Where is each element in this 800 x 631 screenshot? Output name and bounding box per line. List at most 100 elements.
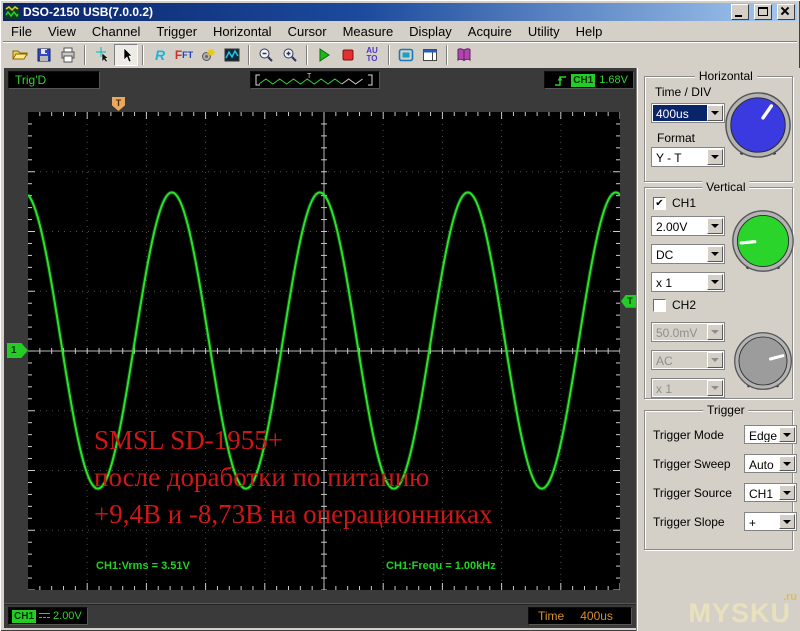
annotation-text: SMSL SD-1955+ после доработки по питанию +…	[94, 422, 492, 533]
toolbar-print-button[interactable]	[56, 44, 80, 66]
chevron-down-icon[interactable]	[707, 149, 723, 165]
combo-value: DC	[653, 246, 708, 262]
ch1-volts-select[interactable]: 2.00V	[651, 216, 725, 236]
waveform-preview-box[interactable]: T	[250, 71, 380, 89]
toolbar-run-button[interactable]	[312, 44, 336, 66]
toolbar-separator	[248, 45, 250, 65]
chevron-down-icon[interactable]	[707, 352, 723, 368]
menu-item-trigger[interactable]: Trigger	[148, 23, 205, 41]
time-scale-box: Time 400us	[528, 607, 632, 625]
trigger-channel-badge: CH1	[571, 73, 596, 87]
save-icon	[37, 48, 51, 62]
chevron-down-icon[interactable]	[707, 380, 723, 396]
annotation-line: +9,4В и -8,73В на операционниках	[94, 499, 493, 529]
combo-value: 400us	[653, 105, 708, 121]
toolbar-open-button[interactable]	[8, 44, 32, 66]
chevron-down-icon[interactable]	[707, 105, 723, 121]
trigger-position-marker[interactable]: T	[111, 97, 125, 111]
chevron-down-icon[interactable]	[707, 218, 723, 234]
menu-item-acquire[interactable]: Acquire	[460, 23, 520, 41]
combo-value: Y - T	[653, 149, 708, 165]
ch2-volts-select: 50.0mV	[651, 322, 725, 342]
toolbar-display-button[interactable]	[394, 44, 418, 66]
run-icon	[319, 48, 330, 62]
toolbar-zoom-in-button[interactable]	[278, 44, 302, 66]
toolbar-zoom-out-button[interactable]	[254, 44, 278, 66]
combo-value: x 1	[653, 380, 708, 396]
chevron-down-icon[interactable]	[779, 456, 795, 471]
toolbar-settings-button[interactable]	[196, 44, 220, 66]
scope-backdrop: T 1 T SMSL SD-1955+ после доработки по пи…	[4, 93, 636, 603]
ch2-label: CH2	[672, 298, 697, 312]
trigger-row-trigger-slope: Trigger Slope +	[653, 512, 797, 532]
combo-value: +	[746, 514, 780, 529]
ch2-coupling-select: AC	[651, 350, 725, 370]
chevron-down-icon[interactable]	[779, 514, 795, 529]
menu-item-utility[interactable]: Utility	[520, 23, 568, 41]
toolbar-waveform-button[interactable]	[220, 44, 244, 66]
menu-item-file[interactable]: File	[3, 23, 40, 41]
menu-item-measure[interactable]: Measure	[335, 23, 402, 41]
time-per-div-value: 400us	[580, 609, 613, 623]
format-select[interactable]: Y - T	[651, 147, 725, 167]
trigger-mode-select[interactable]: Edge	[744, 425, 797, 444]
toolbar-separator	[388, 45, 390, 65]
ch1-position-knob[interactable]	[731, 209, 795, 273]
chevron-down-icon[interactable]	[707, 274, 723, 290]
trigger-row-label: Trigger Source	[653, 486, 732, 500]
menu-item-horizontal[interactable]: Horizontal	[205, 23, 280, 41]
waveform-icon	[224, 48, 240, 62]
window-title: DSO-2150 USB(7.0.0.2)	[23, 5, 154, 19]
toolbar-separator	[446, 45, 448, 65]
measurement-frequency: CH1:Frequ = 1.00kHz	[386, 560, 496, 572]
menu-item-channel[interactable]: Channel	[84, 23, 148, 41]
rising-edge-icon	[555, 75, 567, 86]
close-button[interactable]	[777, 4, 795, 20]
minimize-button[interactable]	[731, 4, 749, 20]
trigger-level-value: 1.68V	[599, 74, 628, 86]
chevron-down-icon[interactable]	[779, 485, 795, 500]
trigger-slope-select[interactable]: +	[744, 512, 797, 531]
toolbar-stop-button[interactable]	[336, 44, 360, 66]
toolbar-window-button[interactable]	[418, 44, 442, 66]
toolbar-cursor-cross-button[interactable]	[90, 44, 114, 66]
chevron-down-icon[interactable]	[779, 427, 795, 442]
app-logo-icon	[5, 5, 19, 19]
toolbar-help-button[interactable]	[452, 44, 476, 66]
combo-value: AC	[653, 352, 708, 368]
toolbar-save-button[interactable]	[32, 44, 56, 66]
trigger-sweep-select[interactable]: Auto	[744, 454, 797, 473]
channel-scale-box: CH1 2.00V	[8, 607, 88, 625]
ch1-probe-select[interactable]: x 1	[651, 272, 725, 292]
cursor-cross-icon	[96, 47, 109, 63]
volts-per-div-value: 2.00V	[53, 610, 82, 622]
trigger-status-text: Trig'D	[15, 73, 47, 87]
toolbar-auto-set-button[interactable]: AU TO	[360, 44, 384, 66]
vertical-group: Vertical ✔ CH1 2.00V DC x 1 CH2 50.0mV A…	[644, 180, 795, 399]
menu-item-view[interactable]: View	[40, 23, 84, 41]
trigger-source-select[interactable]: CH1	[744, 483, 797, 502]
ch2-checkbox[interactable]	[653, 298, 666, 312]
toolbar-fft-button[interactable]: F FT	[172, 44, 196, 66]
title-bar: DSO-2150 USB(7.0.0.2)	[3, 3, 797, 21]
horizontal-knob[interactable]	[724, 91, 792, 159]
maximize-button[interactable]	[754, 4, 772, 20]
menu-item-display[interactable]: Display	[401, 23, 460, 41]
menu-item-cursor[interactable]: Cursor	[280, 23, 335, 41]
scope-client-area: Trig'D T CH1 1.68V T 1 T SMSL SD-1955+ по…	[4, 68, 636, 628]
ch1-coupling-select[interactable]: DC	[651, 244, 725, 264]
chevron-down-icon[interactable]	[707, 246, 723, 262]
menu-item-help[interactable]: Help	[568, 23, 611, 41]
ch1-enable-row: ✔ CH1	[653, 196, 696, 210]
trigger-level-marker[interactable]: T	[621, 294, 636, 308]
channel1-level-marker[interactable]: 1	[7, 343, 28, 358]
watermark-suffix: .ru	[782, 591, 797, 603]
ch1-checkbox[interactable]: ✔	[653, 196, 666, 210]
toolbar-pointer-button[interactable]	[114, 44, 138, 66]
waveform-preview-icon: T	[255, 73, 373, 86]
zoom-out-icon	[259, 48, 273, 62]
chevron-down-icon[interactable]	[707, 324, 723, 340]
toolbar-refresh-r-button[interactable]: R	[148, 44, 172, 66]
time-div-select[interactable]: 400us	[651, 103, 725, 123]
ch2-position-knob[interactable]	[733, 331, 793, 391]
